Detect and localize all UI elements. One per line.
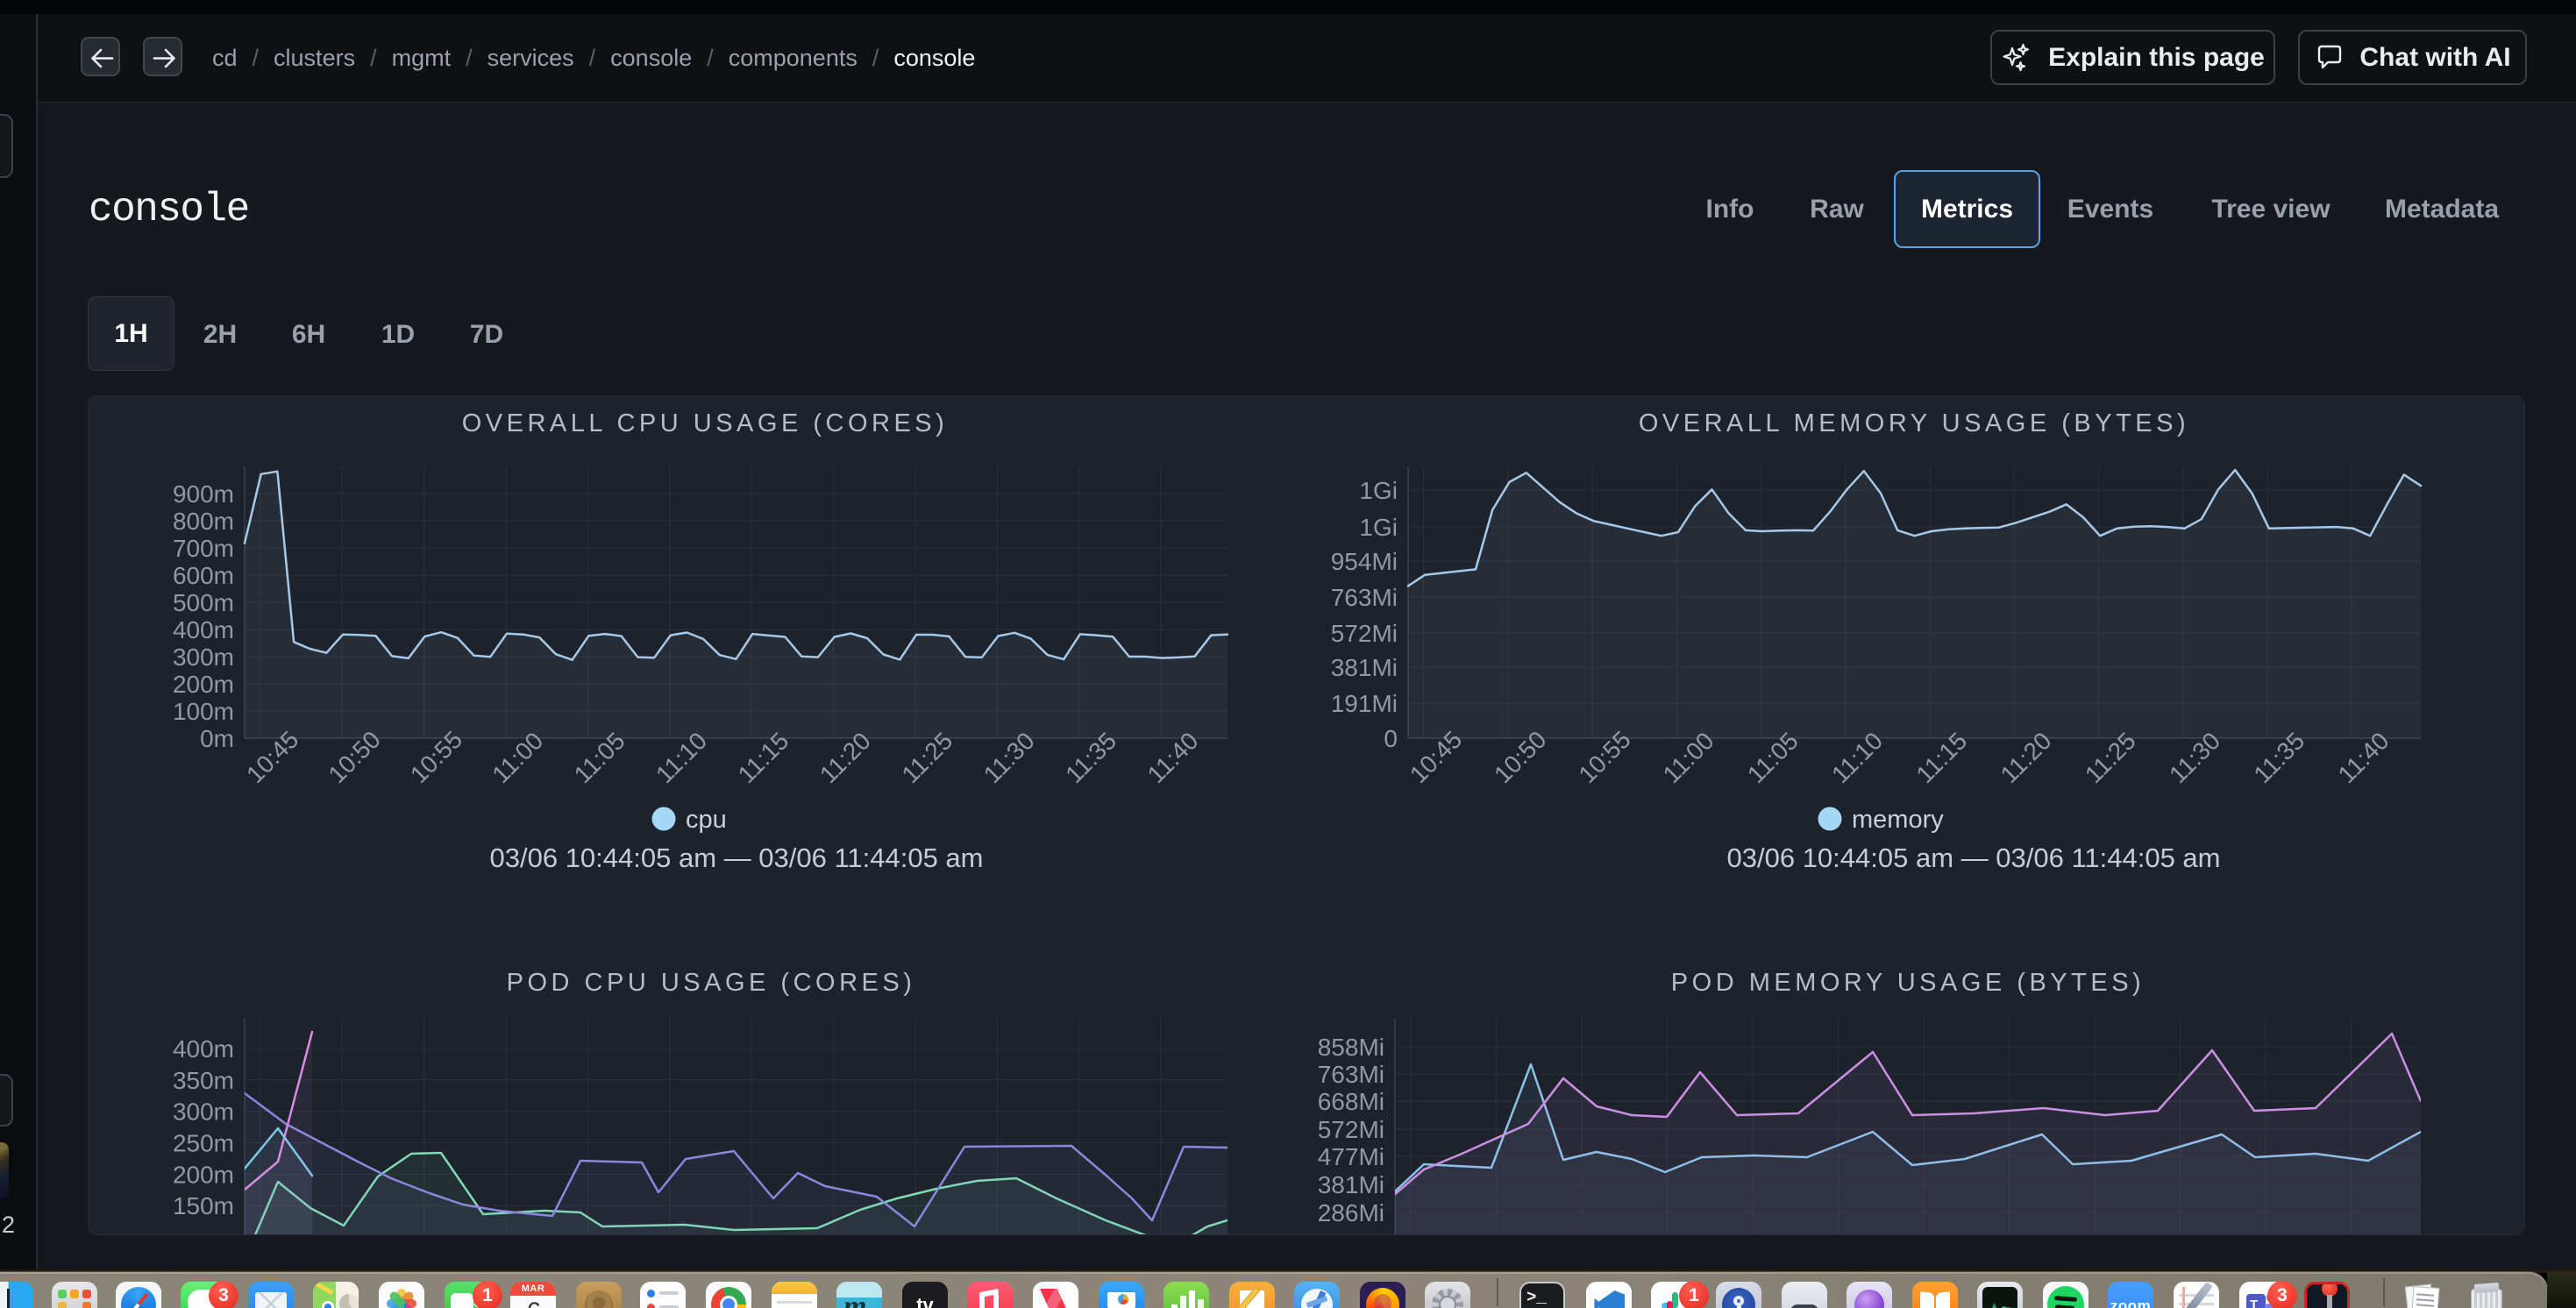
svg-text:POD CPU USAGE (CORES): POD CPU USAGE (CORES) [507, 969, 916, 997]
svg-text:286Mi: 286Mi [1318, 1199, 1384, 1226]
svg-text:cpu: cpu [686, 806, 727, 834]
svg-text:763Mi: 763Mi [1318, 1061, 1384, 1088]
svg-text:954Mi: 954Mi [1331, 548, 1398, 575]
svg-text:572Mi: 572Mi [1331, 620, 1398, 647]
svg-text:03/06 10:44:05 am — 03/06 11:4: 03/06 10:44:05 am — 03/06 11:44:05 am [1727, 842, 2221, 873]
svg-text:150m: 150m [173, 1192, 234, 1219]
svg-text:350m: 350m [173, 1067, 234, 1094]
svg-text:250m: 250m [173, 1130, 234, 1157]
svg-text:858Mi: 858Mi [1318, 1034, 1384, 1061]
svg-text:100m: 100m [173, 698, 234, 725]
svg-text:200m: 200m [173, 671, 234, 698]
svg-text:381Mi: 381Mi [1318, 1171, 1384, 1198]
svg-text:03/06 10:44:05 am — 03/06 11:4: 03/06 10:44:05 am — 03/06 11:44:05 am [490, 842, 984, 873]
svg-text:400m: 400m [173, 1035, 234, 1063]
svg-text:381Mi: 381Mi [1331, 654, 1398, 681]
svg-text:POD MEMORY USAGE (BYTES): POD MEMORY USAGE (BYTES) [1671, 969, 2145, 997]
svg-text:OVERALL CPU USAGE (CORES): OVERALL CPU USAGE (CORES) [462, 409, 949, 437]
svg-text:0m: 0m [200, 725, 234, 752]
svg-text:477Mi: 477Mi [1318, 1143, 1384, 1170]
svg-text:1Gi: 1Gi [1359, 477, 1398, 504]
svg-text:763Mi: 763Mi [1331, 584, 1398, 611]
svg-text:OVERALL MEMORY USAGE (BYTES): OVERALL MEMORY USAGE (BYTES) [1639, 409, 2189, 437]
svg-text:500m: 500m [173, 589, 234, 616]
svg-text:300m: 300m [173, 643, 234, 671]
svg-text:600m: 600m [173, 562, 234, 589]
svg-text:0: 0 [1384, 725, 1398, 752]
svg-text:memory: memory [1852, 806, 1944, 834]
svg-text:668Mi: 668Mi [1318, 1088, 1384, 1115]
svg-text:200m: 200m [173, 1161, 234, 1188]
svg-text:191Mi: 191Mi [1331, 690, 1398, 717]
svg-text:1Gi: 1Gi [1359, 514, 1398, 541]
svg-text:900m: 900m [173, 480, 234, 508]
svg-text:700m: 700m [173, 535, 234, 562]
svg-text:572Mi: 572Mi [1318, 1116, 1384, 1143]
svg-text:800m: 800m [173, 508, 234, 535]
svg-text:400m: 400m [173, 616, 234, 643]
svg-text:300m: 300m [173, 1098, 234, 1126]
